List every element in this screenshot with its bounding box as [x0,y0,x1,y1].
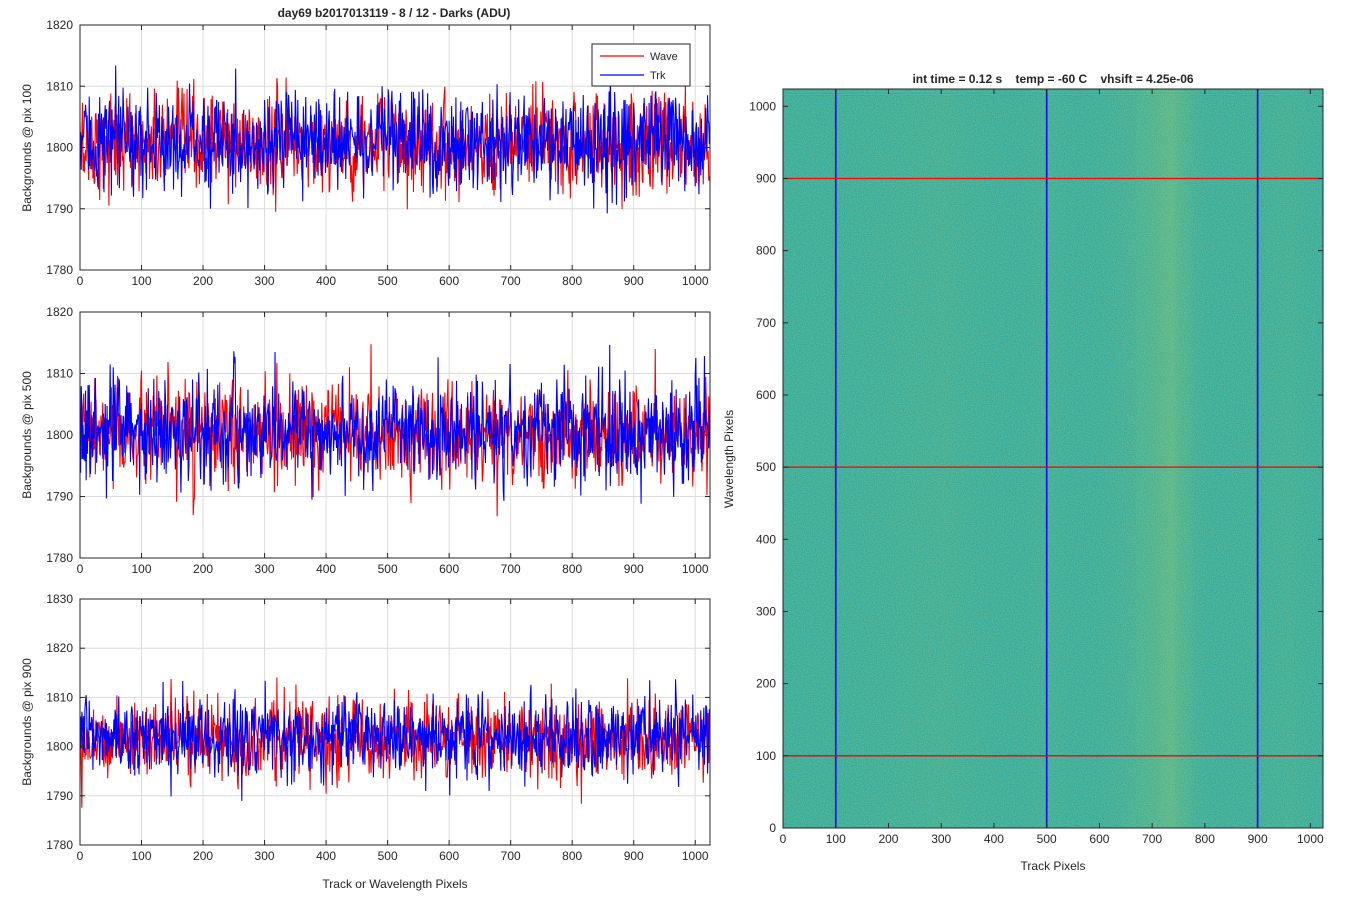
y-tick-label: 1780 [46,263,73,277]
line-panel-pix-100: 1780 1790 1800 1810 1820 0 100 200 300 400 500 600… [20,18,711,288]
x-axis-label: Track Pixels [1021,859,1086,873]
x-tick-label: 400 [316,274,336,288]
y-tick-label: 1800 [46,740,73,754]
y-tick-label: 600 [756,388,776,402]
y-axis-label: Wavelength Pixels [722,410,736,508]
x-axis-label: Track or Wavelength Pixels [322,877,467,891]
y-tick-label: 1810 [46,367,73,381]
y-tick-label: 1820 [46,305,73,319]
y-tick-label: 100 [756,749,776,763]
x-tick-label: 100 [132,849,152,863]
y-tick-label: 1780 [46,551,73,565]
y-tick-label: 1820 [46,641,73,655]
heatmap-panel: int time = 0.12 s temp = -60 C vhsift = … [722,72,1324,873]
x-tick-label: 100 [826,832,846,846]
x-tick-label: 700 [501,849,521,863]
series-group [79,344,710,517]
x-tick-label: 400 [316,849,336,863]
x-tick-label: 700 [501,274,521,288]
x-tick-label: 300 [931,832,951,846]
x-tick-label: 300 [255,562,275,576]
x-tick-label: 0 [780,832,787,846]
x-tick-label: 700 [501,562,521,576]
x-tick-label: 900 [1248,832,1268,846]
x-tick-label: 300 [255,274,275,288]
heatmap-noise [783,89,1323,828]
y-tick-label: 1780 [46,838,73,852]
y-tick-label: 1830 [46,592,73,606]
x-tick-label: 800 [562,562,582,576]
y-tick-label: 1790 [46,789,73,803]
x-tick-label: 500 [378,849,398,863]
x-tick-label: 500 [1037,832,1057,846]
legend: Wave Trk [591,43,691,87]
legend-label-trk: Trk [650,70,666,82]
x-tick-label: 900 [624,562,644,576]
x-tick-label: 100 [132,274,152,288]
y-tick-label: 1800 [46,141,73,155]
x-tick-label: 1000 [682,849,709,863]
figure-title: day69 b2017013119 - 8 / 12 - Darks (ADU) [278,6,511,20]
x-tick-label: 200 [878,832,898,846]
x-tick-label: 600 [439,274,459,288]
x-tick-label: 900 [624,274,644,288]
y-tick-label: 1810 [46,79,73,93]
y-tick-label: 200 [756,677,776,691]
y-axis-label: Backgrounds @ pix 100 [20,84,34,212]
y-tick-label: 1790 [46,202,73,216]
legend-label-wave: Wave [650,51,678,63]
x-tick-label: 500 [378,562,398,576]
y-tick-label: 1800 [46,428,73,442]
x-tick-label: 600 [439,849,459,863]
series-group [79,65,710,214]
x-tick-label: 700 [1142,832,1162,846]
y-tick-label: 800 [756,244,776,258]
y-tick-label: 900 [756,171,776,185]
x-tick-label: 100 [132,562,152,576]
x-tick-label: 300 [255,849,275,863]
heatmap-title: int time = 0.12 s temp = -60 C vhsift = … [912,72,1193,86]
x-tick-label: 200 [193,849,213,863]
x-tick-label: 800 [562,274,582,288]
y-tick-label: 1820 [46,18,73,32]
x-tick-label: 600 [1089,832,1109,846]
y-tick-label: 400 [756,532,776,546]
y-axis-label: Backgrounds @ pix 500 [20,371,34,499]
line-panel-pix-500: 1780 1790 1800 1810 1820 0 100 200 300 400 500 600… [20,305,711,576]
x-tick-label: 900 [624,849,644,863]
y-tick-label: 1810 [46,690,73,704]
x-tick-label: 400 [316,562,336,576]
x-tick-label: 0 [77,274,84,288]
x-tick-label: 800 [1195,832,1215,846]
y-tick-label: 1790 [46,490,73,504]
x-tick-label: 600 [439,562,459,576]
y-axis-label: Backgrounds @ pix 900 [20,658,34,786]
figure: day69 b2017013119 - 8 / 12 - Darks (ADU)… [20,6,1324,891]
x-tick-label: 200 [193,274,213,288]
x-tick-label: 400 [984,832,1004,846]
y-tick-label: 1000 [749,99,776,113]
y-tick-label: 700 [756,316,776,330]
y-tick-label: 500 [756,460,776,474]
x-tick-label: 1000 [1297,832,1324,846]
x-tick-label: 0 [77,849,84,863]
x-tick-label: 0 [77,562,84,576]
x-tick-label: 500 [378,274,398,288]
x-tick-label: 200 [193,562,213,576]
x-tick-label: 800 [562,849,582,863]
x-tick-label: 1000 [682,562,709,576]
y-tick-label: 0 [769,821,776,835]
y-tick-label: 300 [756,604,776,618]
line-panel-pix-900: 1780 1790 1800 1810 1820 1830 0 100 200 300 400 50… [20,592,711,891]
x-tick-label: 1000 [682,274,709,288]
